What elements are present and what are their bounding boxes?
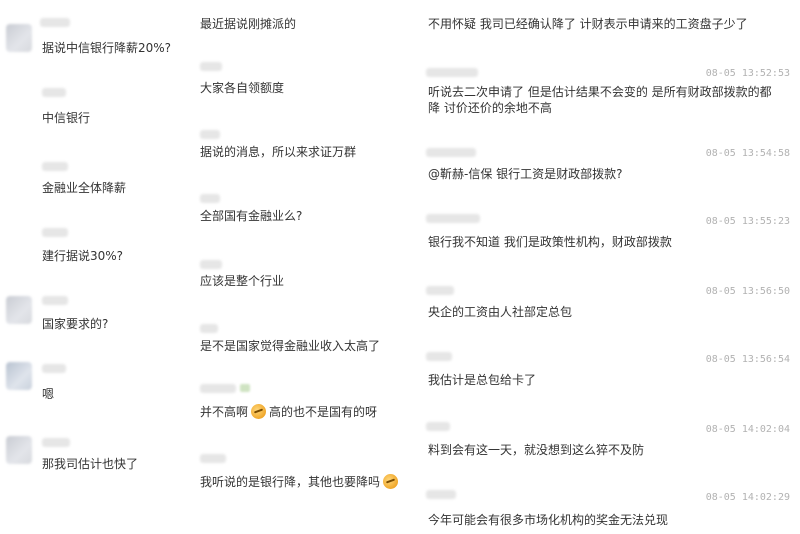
message-text: 中信银行	[42, 111, 91, 125]
message-text: 不用怀疑 我司已经确认降了 计财表示申请来的工资盘子少了	[428, 17, 748, 31]
message-item: 08-05 13:55:23 银行我不知道 我们是政策性机构，财政部拨款	[400, 208, 800, 258]
message-item: 08-05 13:56:54 我估计是总包给卡了	[400, 344, 800, 394]
message-item: 中信银行	[6, 88, 186, 138]
message-text: 并不高啊 高的也不是国有的呀	[200, 404, 378, 419]
message-item: 国家要求的?	[6, 294, 186, 344]
message-item: 是不是国家觉得金融业收入太高了	[190, 322, 400, 362]
message-text: 最近据说刚摊派的	[200, 17, 297, 31]
sender-name	[426, 352, 452, 361]
chat-column-right: 不用怀疑 我司已经确认降了 计财表示申请来的工资盘子少了 08-05 13:52…	[400, 0, 800, 534]
timestamp: 08-05 13:56:54	[705, 354, 790, 365]
message-item: 08-05 14:02:04 料到会有这一天，就没想到这么猝不及防	[400, 414, 800, 464]
avatar[interactable]	[6, 362, 32, 390]
message-item: 大家各自领额度	[190, 58, 400, 98]
message-item: 我听说的是银行降，其他也要降吗	[190, 452, 400, 498]
message-text: 据说中信银行降薪20%?	[42, 41, 172, 55]
message-item: 08-05 13:54:58 @靳赫-信保 银行工资是财政部拨款?	[400, 142, 800, 192]
sender-name	[42, 438, 70, 447]
sender-name	[40, 18, 70, 27]
message-item: 据说中信银行降薪20%?	[6, 18, 186, 68]
message-text: 大家各自领额度	[200, 81, 285, 95]
sender-name	[426, 490, 456, 499]
message-item: 建行据说30%?	[6, 226, 186, 276]
message-text: 国家要求的?	[42, 317, 109, 331]
sender-name	[200, 324, 218, 333]
timestamp: 08-05 13:55:23	[705, 216, 790, 227]
message-item: 据说的消息，所以来求证万群	[190, 128, 400, 168]
message-text: 全部国有金融业么?	[200, 209, 303, 223]
sender-name	[426, 214, 480, 223]
message-text: 嗯	[42, 387, 55, 401]
facepalm-emoji-icon	[383, 474, 399, 489]
message-text: 建行据说30%?	[42, 249, 124, 263]
timestamp: 08-05 13:54:58	[705, 148, 790, 159]
chat-column-left: 据说中信银行降薪20%? 中信银行 金融业全体降薪 建行据说30%? 国家要求的…	[0, 0, 190, 534]
message-text: 央企的工资由人社部定总包	[428, 305, 573, 319]
sender-name	[42, 228, 68, 237]
message-text: 据说的消息，所以来求证万群	[200, 145, 357, 159]
chat-column-middle: 最近据说刚摊派的 大家各自领额度 据说的消息，所以来求证万群 全部国有金融业么?…	[190, 0, 400, 534]
message-text: 是不是国家觉得金融业收入太高了	[200, 339, 381, 353]
message-text: 银行我不知道 我们是政策性机构，财政部拨款	[428, 235, 672, 249]
message-item: 08-05 13:52:53 听说去二次申请了 但是估计结果不会变的 是所有财政…	[400, 62, 800, 124]
message-text: 我听说的是银行降，其他也要降吗	[200, 474, 400, 490]
sender-name	[426, 68, 478, 77]
sender-name	[200, 130, 220, 139]
sender-name	[42, 162, 68, 171]
timestamp: 08-05 14:02:29	[705, 492, 790, 503]
sender-name	[42, 364, 66, 373]
message-text: @靳赫-信保 银行工资是财政部拨款?	[428, 167, 623, 181]
message-text: 那我司估计也快了	[42, 457, 139, 471]
sender-name	[426, 422, 450, 431]
message-text: 听说去二次申请了 但是估计结果不会变的 是所有财政部拨款的都降 讨价还价的余地不…	[428, 85, 772, 115]
message-text: 料到会有这一天，就没想到这么猝不及防	[428, 443, 645, 457]
message-item: 并不高啊 高的也不是国有的呀	[190, 384, 400, 430]
sender-name	[200, 384, 236, 393]
message-text: 应该是整个行业	[200, 274, 285, 288]
timestamp: 08-05 14:02:04	[705, 424, 790, 435]
sender-name	[200, 194, 220, 203]
timestamp: 08-05 13:56:50	[705, 286, 790, 297]
message-item: 全部国有金融业么?	[190, 194, 400, 234]
sender-badge	[240, 384, 250, 392]
message-item: 08-05 14:02:29 今年可能会有很多市场化机构的奖金无法兑现	[400, 482, 800, 534]
sender-name	[42, 296, 68, 305]
message-text: 金融业全体降薪	[42, 181, 127, 195]
sender-name	[200, 62, 222, 71]
sender-name	[200, 454, 226, 463]
sender-name	[200, 260, 222, 269]
message-text: 我估计是总包给卡了	[428, 373, 537, 387]
message-item: 金融业全体降薪	[6, 158, 186, 208]
message-text: 今年可能会有很多市场化机构的奖金无法兑现	[428, 513, 669, 527]
message-item: 嗯	[6, 362, 186, 412]
message-item: 应该是整个行业	[190, 258, 400, 298]
avatar[interactable]	[6, 436, 32, 464]
sender-name	[426, 148, 476, 157]
sender-name	[426, 286, 454, 295]
timestamp: 08-05 13:52:53	[705, 68, 790, 79]
avatar[interactable]	[6, 296, 32, 324]
message-item: 08-05 13:56:50 央企的工资由人社部定总包	[400, 276, 800, 326]
message-item: 最近据说刚摊派的	[190, 0, 400, 34]
facepalm-emoji-icon	[251, 404, 267, 419]
avatar[interactable]	[6, 24, 32, 52]
message-item: 不用怀疑 我司已经确认降了 计财表示申请来的工资盘子少了	[400, 0, 800, 40]
sender-name	[42, 88, 66, 97]
message-item: 那我司估计也快了	[6, 432, 186, 482]
